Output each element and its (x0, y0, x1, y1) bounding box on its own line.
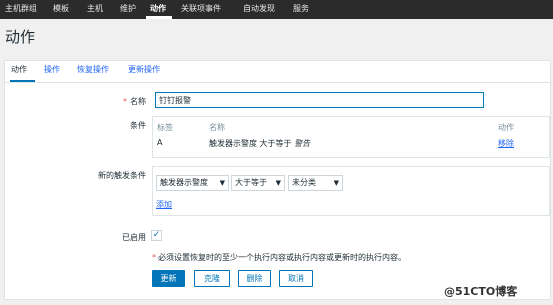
tab-update-operations[interactable]: 更新操作 (128, 60, 160, 82)
clone-button[interactable]: 克隆 (194, 270, 230, 287)
delete-button[interactable]: 删除 (238, 270, 271, 287)
dropdown-arrow-icon: ▼ (275, 179, 281, 187)
checkmark-icon: ✓ (152, 230, 161, 240)
condition-type-select[interactable]: 触发器示警度 ▼ (156, 175, 229, 191)
nav-item-templates[interactable]: 模板 (53, 0, 69, 19)
condition-row-label: A (157, 138, 163, 147)
column-header-label: 标签 (157, 123, 173, 132)
nav-item-event-correlation[interactable]: 关联项事件 (181, 0, 221, 19)
condition-value-select[interactable]: 未分类 ▼ (288, 175, 343, 191)
nav-item-services[interactable]: 服务 (293, 0, 309, 19)
top-navigation: 主机群组 模板 主机 维护 动作 关联项事件 自动发现 服务 (0, 0, 553, 19)
tab-operations[interactable]: 操作 (44, 60, 60, 82)
condition-row-name: 触发器示警度 大于等于 警告 (209, 139, 311, 148)
nav-item-hosts[interactable]: 主机 (87, 0, 103, 19)
name-label: * 名称 (123, 97, 146, 106)
new-condition-box (152, 166, 550, 216)
column-header-action: 动作 (498, 123, 514, 132)
conditions-label: 条件 (130, 121, 146, 130)
conditions-table: 标签 名称 动作 A 触发器示警度 大于等于 警告 移除 (152, 116, 550, 158)
required-asterisk: * (123, 97, 127, 106)
form-tabs: 动作 操作 恢复操作 更新操作 (4, 60, 551, 82)
remove-condition-link[interactable]: 移除 (498, 138, 514, 149)
column-header-name: 名称 (209, 123, 225, 132)
enabled-label: 已启用 (122, 233, 146, 242)
add-condition-link[interactable]: 添加 (156, 199, 172, 210)
nav-item-discovery[interactable]: 自动发现 (243, 0, 275, 19)
tab-recovery-operations[interactable]: 恢复操作 (77, 60, 109, 82)
name-input[interactable] (155, 92, 484, 108)
new-condition-label: 新的触发条件 (98, 171, 146, 180)
condition-operator-select[interactable]: 大于等于 ▼ (231, 175, 285, 191)
enabled-checkbox[interactable]: ✓ (151, 230, 162, 241)
update-button[interactable]: 更新 (152, 270, 185, 287)
page-title: 动作 (5, 28, 36, 46)
dropdown-arrow-icon: ▼ (219, 179, 225, 187)
dropdown-arrow-icon: ▼ (333, 179, 339, 187)
required-asterisk: * (152, 253, 156, 262)
cancel-button[interactable]: 取消 (279, 270, 313, 287)
watermark: @51CTO博客 (444, 285, 518, 298)
tabs-divider (4, 82, 551, 83)
tab-action[interactable]: 动作 (11, 60, 27, 82)
nav-item-host-groups[interactable]: 主机群组 (5, 0, 37, 19)
nav-active-indicator (146, 16, 172, 19)
required-note: * 必须设置恢复时的至少一个执行内容或执行内容或更新时的执行内容。 (152, 253, 406, 262)
nav-item-maintenance[interactable]: 维护 (120, 0, 136, 19)
